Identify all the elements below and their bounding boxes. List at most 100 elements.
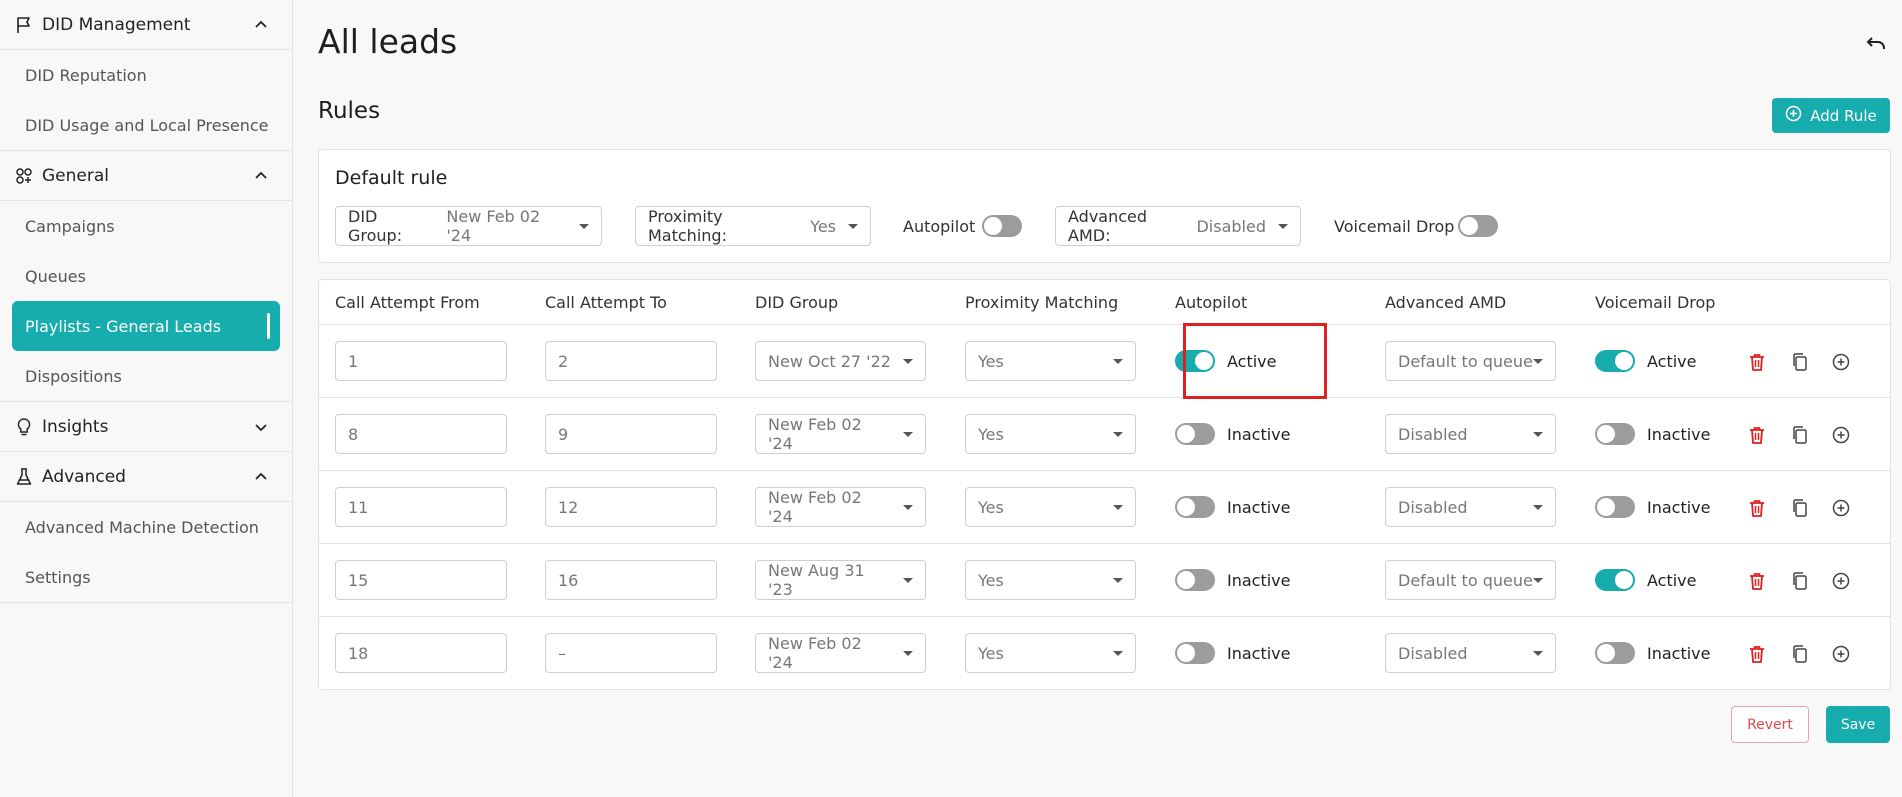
caret-down-icon	[903, 650, 913, 656]
voicemail-cell: Inactive	[1595, 642, 1711, 664]
autopilot-cell: Inactive	[1175, 642, 1291, 664]
did-group-select[interactable]: New Feb 02 '24	[755, 414, 926, 454]
sidebar-item-queues[interactable]: Queues	[12, 251, 280, 301]
call-attempt-to-input[interactable]: 2	[545, 341, 717, 381]
sidebar-item-settings[interactable]: Settings	[12, 552, 280, 602]
sidebar-item-advanced-machine-detection[interactable]: Advanced Machine Detection	[12, 502, 280, 552]
voicemail-toggle[interactable]	[1595, 496, 1635, 518]
proximity-select[interactable]: Yes	[965, 487, 1136, 527]
advanced-amd-select[interactable]: Default to queue	[1385, 341, 1556, 381]
sidebar-section-general[interactable]: General	[0, 151, 292, 201]
proximity-value: Yes	[978, 497, 1004, 517]
voicemail-toggle[interactable]	[1595, 569, 1635, 591]
sidebar-section-insights[interactable]: Insights	[0, 402, 292, 452]
header-proximity-matching: Proximity Matching	[965, 293, 1119, 312]
caret-down-icon	[903, 577, 913, 583]
voicemail-cell: Active	[1595, 350, 1697, 372]
sidebar-item-dispositions[interactable]: Dispositions	[12, 351, 280, 401]
sidebar-section-label: DID Management	[42, 14, 191, 35]
trash-icon[interactable]	[1746, 643, 1768, 665]
call-attempt-to-value: 12	[558, 497, 579, 517]
call-attempt-to-input[interactable]: 9	[545, 414, 717, 454]
voicemail-toggle[interactable]	[1595, 423, 1635, 445]
sidebar-item-did-usage[interactable]: DID Usage and Local Presence	[12, 100, 280, 150]
undo-icon[interactable]	[1862, 30, 1890, 58]
proximity-select[interactable]: Yes	[965, 633, 1136, 673]
voicemail-toggle[interactable]	[1595, 350, 1635, 372]
call-attempt-from-input[interactable]: 18	[335, 633, 507, 673]
call-attempt-to-input[interactable]: 12	[545, 487, 717, 527]
voicemail-status: Inactive	[1647, 497, 1711, 517]
sidebar-item-campaigns[interactable]: Campaigns	[12, 201, 280, 251]
revert-button[interactable]: Revert	[1731, 706, 1809, 743]
people-icon	[12, 164, 36, 188]
add-rule-button[interactable]: Add Rule	[1772, 98, 1890, 133]
main-content: All leads Rules Add Rule Default rule DI…	[294, 0, 1902, 797]
proximity-select[interactable]: Yes	[965, 414, 1136, 454]
copy-icon[interactable]	[1789, 497, 1811, 519]
save-button[interactable]: Save	[1826, 706, 1890, 743]
trash-icon[interactable]	[1746, 497, 1768, 519]
chevron-up-icon[interactable]	[252, 468, 270, 486]
call-attempt-to-input[interactable]: –	[545, 633, 717, 673]
trash-icon[interactable]	[1746, 424, 1768, 446]
trash-icon[interactable]	[1746, 351, 1768, 373]
add-circle-icon[interactable]	[1830, 497, 1852, 519]
caret-down-icon	[1113, 650, 1123, 656]
sidebar-item-playlists[interactable]: Playlists - General Leads	[12, 301, 280, 351]
chevron-up-icon[interactable]	[252, 167, 270, 185]
autopilot-toggle[interactable]	[1175, 496, 1215, 518]
chevron-down-icon[interactable]	[252, 418, 270, 436]
proximity-select[interactable]: Yes	[965, 341, 1136, 381]
sidebar-section-label: Insights	[42, 416, 109, 437]
default-autopilot-toggle[interactable]	[982, 215, 1022, 237]
autopilot-cell: Inactive	[1175, 496, 1291, 518]
copy-icon[interactable]	[1789, 424, 1811, 446]
proximity-matching-select[interactable]: Proximity Matching: Yes	[635, 206, 871, 246]
did-group-select[interactable]: New Oct 27 '22	[755, 341, 926, 381]
did-group-select[interactable]: New Feb 02 '24	[755, 633, 926, 673]
sidebar-section-advanced[interactable]: Advanced	[0, 452, 292, 502]
autopilot-toggle[interactable]	[1175, 642, 1215, 664]
add-circle-icon[interactable]	[1830, 643, 1852, 665]
add-circle-icon[interactable]	[1830, 424, 1852, 446]
did-group-value: New Aug 31 '23	[768, 561, 865, 599]
proximity-select[interactable]: Yes	[965, 560, 1136, 600]
call-attempt-from-input[interactable]: 15	[335, 560, 507, 600]
advanced-amd-select[interactable]: Advanced AMD: Disabled	[1055, 206, 1301, 246]
sidebar-section-did-management[interactable]: DID Management	[0, 0, 292, 50]
rules-table: Call Attempt From Call Attempt To DID Gr…	[318, 279, 1891, 690]
copy-icon[interactable]	[1789, 570, 1811, 592]
chevron-up-icon[interactable]	[252, 16, 270, 34]
advanced-amd-select[interactable]: Disabled	[1385, 414, 1556, 454]
did-group-label: DID Group:	[348, 207, 403, 245]
advanced-amd-select[interactable]: Disabled	[1385, 633, 1556, 673]
did-group-select[interactable]: New Feb 02 '24	[755, 487, 926, 527]
advanced-amd-select[interactable]: Disabled	[1385, 487, 1556, 527]
call-attempt-from-input[interactable]: 1	[335, 341, 507, 381]
did-management-items: DID Reputation DID Usage and Local Prese…	[0, 50, 292, 151]
sidebar-item-did-reputation[interactable]: DID Reputation	[12, 50, 280, 100]
call-attempt-to-value: 2	[558, 351, 569, 371]
trash-icon[interactable]	[1746, 570, 1768, 592]
add-circle-icon[interactable]	[1830, 351, 1852, 373]
caret-down-icon	[1533, 504, 1543, 510]
autopilot-toggle[interactable]	[1175, 569, 1215, 591]
voicemail-toggle[interactable]	[1595, 642, 1635, 664]
table-header: Call Attempt From Call Attempt To DID Gr…	[319, 280, 1890, 325]
copy-icon[interactable]	[1789, 351, 1811, 373]
autopilot-toggle[interactable]	[1175, 423, 1215, 445]
default-voicemail-toggle[interactable]	[1458, 215, 1498, 237]
copy-icon[interactable]	[1789, 643, 1811, 665]
call-attempt-to-input[interactable]: 16	[545, 560, 717, 600]
advanced-amd-select[interactable]: Default to queue	[1385, 560, 1556, 600]
add-circle-icon[interactable]	[1830, 570, 1852, 592]
amd-value: Disabled	[1196, 216, 1266, 236]
did-group-select[interactable]: DID Group: New Feb 02 '24	[335, 206, 602, 246]
did-group-select[interactable]: New Aug 31 '23	[755, 560, 926, 600]
call-attempt-from-input[interactable]: 11	[335, 487, 507, 527]
call-attempt-to-value: 9	[558, 424, 569, 444]
call-attempt-from-value: 18	[348, 643, 369, 663]
call-attempt-from-input[interactable]: 8	[335, 414, 507, 454]
header-advanced-amd: Advanced AMD	[1385, 293, 1507, 312]
